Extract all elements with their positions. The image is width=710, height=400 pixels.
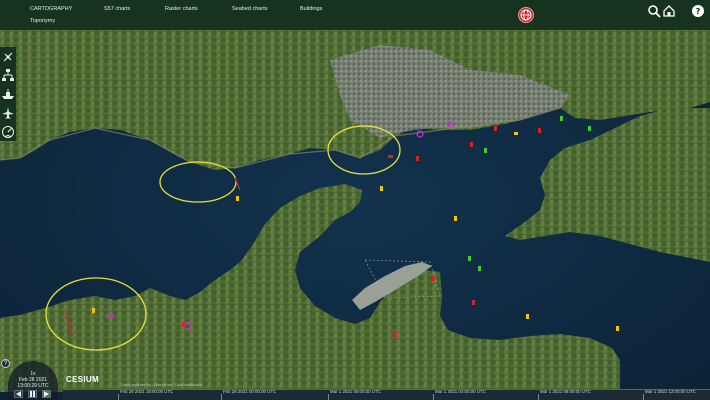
pause-button[interactable] (28, 390, 37, 398)
pause-icon (30, 391, 35, 397)
cardinal-mark[interactable] (454, 216, 457, 221)
timeline-tick (643, 394, 644, 400)
buoy-red[interactable] (472, 300, 475, 305)
map-canvas[interactable] (0, 0, 710, 400)
buoy-red[interactable] (394, 332, 397, 337)
timeline-tick-label: Mar 1 2021 04:00:00 UTC (435, 389, 486, 394)
timeline-tick-label: Mar 1 2021 12:00:00 UTC (645, 389, 696, 394)
buoy-red[interactable] (182, 322, 185, 327)
play-button[interactable] (42, 390, 51, 398)
buoy-red[interactable] (416, 156, 419, 161)
help-button[interactable]: ? (691, 4, 705, 18)
cardinal-mark[interactable] (526, 314, 529, 319)
hierarchy-icon (2, 69, 14, 81)
timeline-tick-label: Mar 1 2021 00:00:00 UTC (330, 389, 381, 394)
home-icon (663, 5, 675, 17)
cardinal-mark[interactable] (92, 308, 95, 313)
animation-time: 13:00:29 UTC (17, 383, 49, 389)
buoy-red[interactable] (494, 126, 497, 131)
buoy-green[interactable] (560, 116, 563, 121)
timeline-tick (538, 394, 539, 400)
cardinal-mark[interactable] (380, 186, 383, 191)
aircraft-tool[interactable] (1, 106, 15, 120)
rewind-button[interactable] (14, 390, 23, 398)
menu-raster-charts[interactable]: Raster charts (165, 6, 198, 12)
buoy-green[interactable] (468, 256, 471, 261)
timeline-tick (221, 394, 222, 400)
data-attribution[interactable]: Data provided by Cesium ion. Click attri… (121, 382, 202, 387)
satellite-tool[interactable] (1, 50, 15, 64)
buoy-green[interactable] (588, 126, 591, 131)
map-view[interactable] (0, 0, 710, 400)
buoy-red[interactable] (538, 128, 541, 133)
menu-buildings[interactable]: Buildings (300, 6, 322, 12)
menu-s57-charts[interactable]: S57 charts (104, 6, 130, 12)
animation-widget: 1x Feb 28 2021 13:00:29 UTC (8, 361, 58, 400)
radar-icon (2, 126, 14, 138)
top-menu-bar: CARTOGRAPHY S57 charts Raster charts Sea… (0, 0, 710, 30)
search-icon (648, 5, 661, 18)
vessel-marker[interactable] (514, 132, 518, 135)
cardinal-mark[interactable] (616, 326, 619, 331)
buoy-red[interactable] (432, 276, 435, 281)
left-toolbar (0, 47, 16, 141)
cesium-logo[interactable]: CESIUM (66, 375, 99, 384)
timeline-tick-label: Feb 28 2021 18:00:00 UTC (120, 389, 174, 394)
globe-icon (520, 9, 532, 21)
menu-toponymy[interactable]: Toponymy (30, 18, 55, 24)
globe-button[interactable] (518, 7, 534, 23)
buoy-green[interactable] (478, 266, 481, 271)
timeline-tick-label: Mar 1 2021 08:00:00 UTC (540, 389, 591, 394)
menu-cartography[interactable]: CARTOGRAPHY (30, 6, 72, 12)
menu-seabed-charts[interactable]: Seabed charts (232, 6, 267, 12)
search-button[interactable] (647, 4, 661, 18)
ship-layer-tool[interactable] (1, 87, 15, 101)
home-button[interactable] (662, 4, 676, 18)
timeline-tick (328, 394, 329, 400)
vessel-marker[interactable] (388, 155, 393, 158)
timeline-tick-label: Feb 28 2021 00:00:00 UTC (223, 389, 277, 394)
cardinal-mark[interactable] (236, 196, 239, 201)
ship-layer-icon (2, 89, 14, 99)
timeline-tick (118, 394, 119, 400)
buoy-red[interactable] (470, 142, 473, 147)
buoy-green[interactable] (484, 148, 487, 153)
svg-text:?: ? (696, 7, 701, 16)
aircraft-icon (2, 107, 14, 119)
satellite-icon (3, 52, 13, 62)
timeline-tick (433, 394, 434, 400)
hierarchy-tool[interactable] (1, 68, 15, 82)
play-icon (44, 391, 49, 397)
help-icon: ? (692, 5, 704, 17)
rewind-icon (16, 391, 21, 397)
radar-tool[interactable] (1, 125, 15, 139)
